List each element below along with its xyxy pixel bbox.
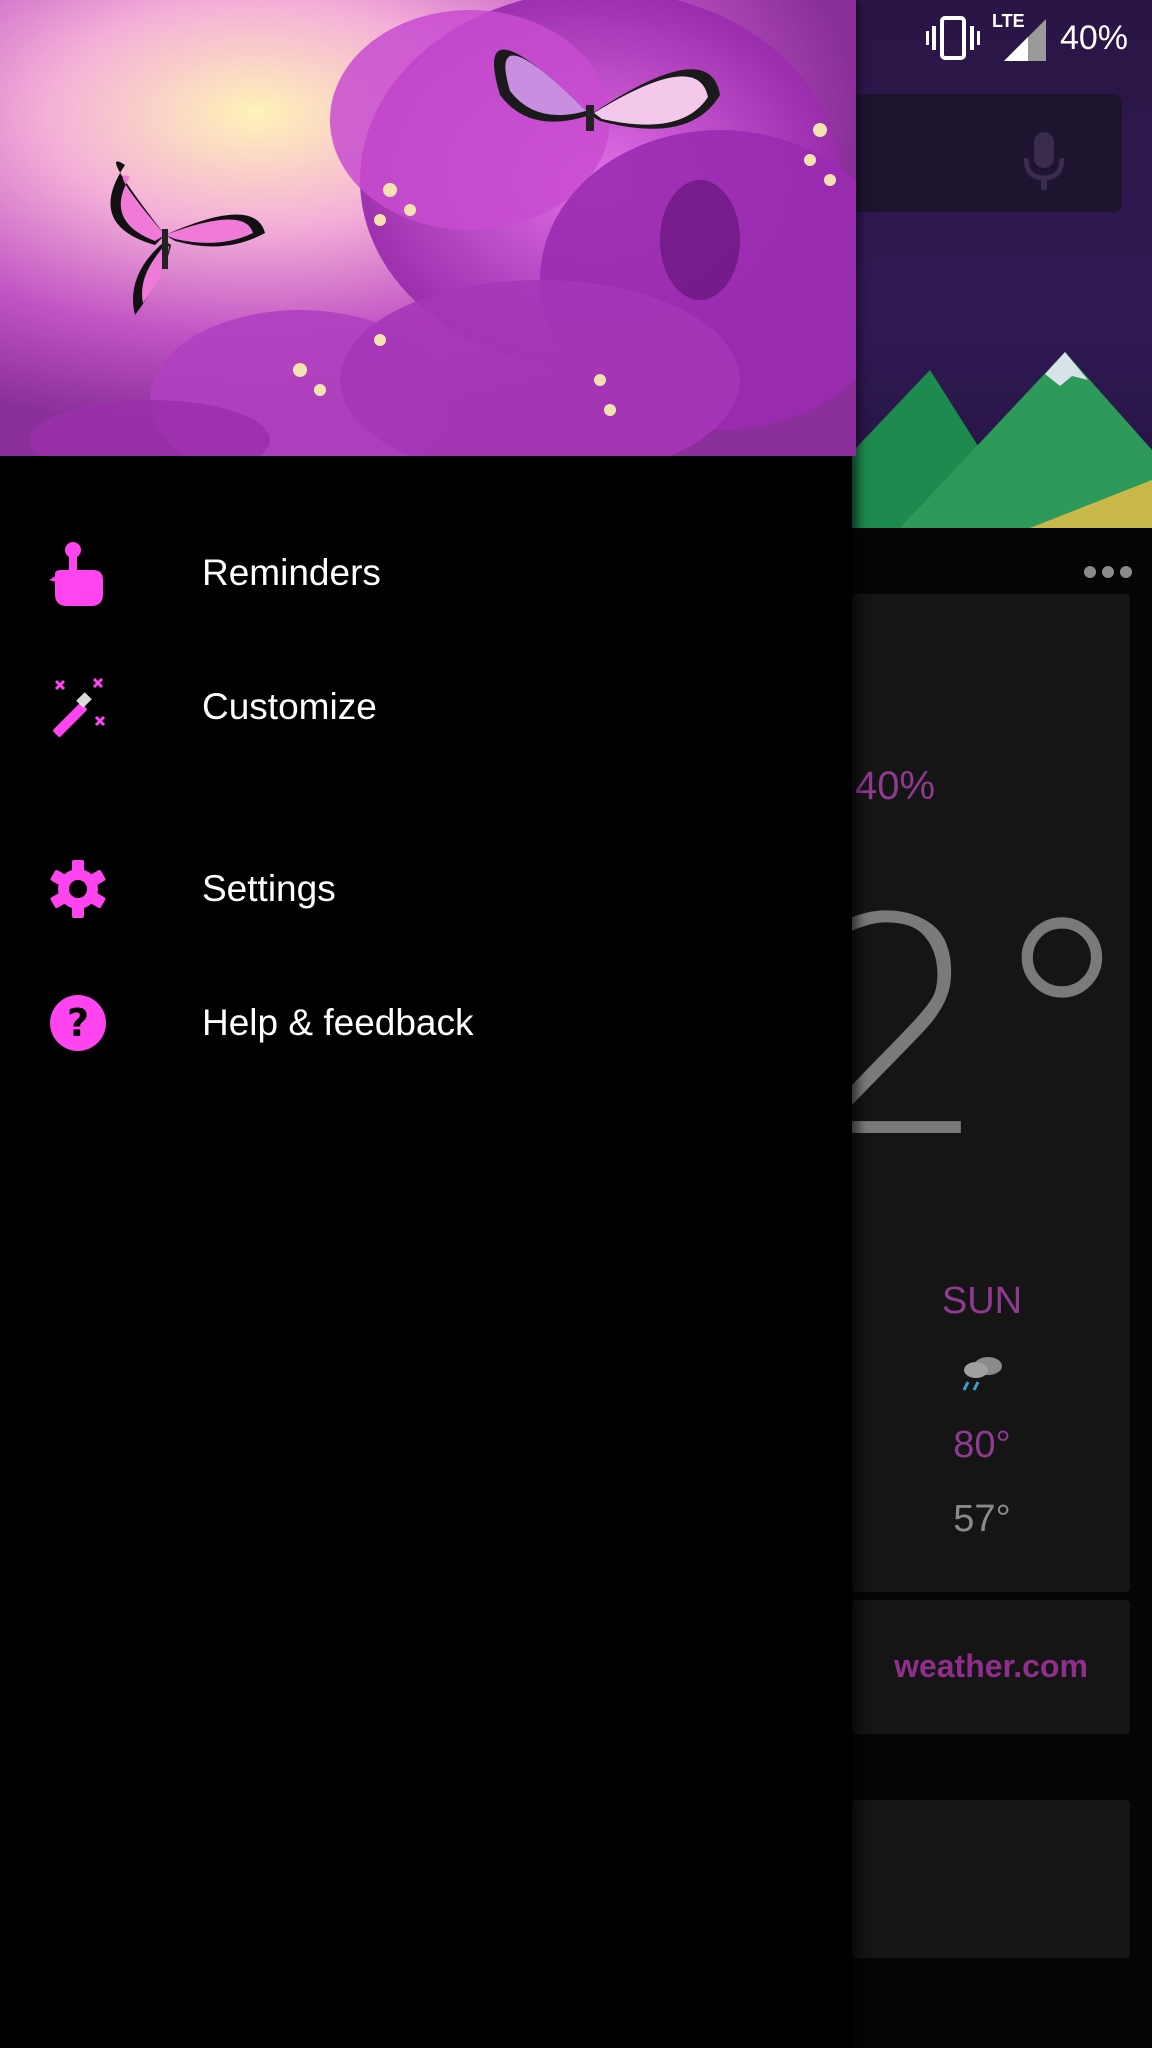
menu-item-label: Reminders <box>202 552 381 593</box>
menu-item-settings[interactable]: Settings <box>0 822 852 956</box>
menu-item-label: Customize <box>202 686 377 727</box>
menu-item-reminders[interactable]: Reminders <box>0 506 852 640</box>
drawer-header-image <box>0 0 856 456</box>
weather-source-link[interactable]: weather.com <box>852 1648 1130 1685</box>
rain-cloud-icon <box>962 1357 1002 1391</box>
svg-text:?: ? <box>67 1001 89 1045</box>
vibrate-icon <box>925 16 980 60</box>
menu-item-label: Settings <box>202 868 336 909</box>
microphone-icon[interactable] <box>1020 128 1068 192</box>
menu-item-customize[interactable]: Customize <box>0 640 852 774</box>
help-icon: ? <box>48 988 108 1058</box>
forecast-high: 80° <box>953 1424 1011 1466</box>
lte-signal-icon: LTE <box>992 11 1046 61</box>
feed-card[interactable] <box>852 1800 1130 1958</box>
more-options-icon[interactable] <box>1082 562 1134 582</box>
status-bar: LTE 40% <box>925 11 1128 62</box>
navigation-drawer: Reminders Customize Settings ? Help & fe… <box>0 0 856 2048</box>
forecast-day: SUN <box>941 1280 1023 1322</box>
forecast-low: 57° <box>953 1498 1011 1540</box>
battery-percentage: 40% <box>1059 18 1128 57</box>
gear-icon <box>48 854 108 924</box>
menu-item-help-feedback[interactable]: ? Help & feedback <box>0 956 852 1090</box>
menu-item-label: Help & feedback <box>202 1002 474 1043</box>
humidity-value: 40% <box>855 764 936 808</box>
magic-wand-icon <box>48 672 108 742</box>
reminder-hand-icon <box>48 538 108 608</box>
